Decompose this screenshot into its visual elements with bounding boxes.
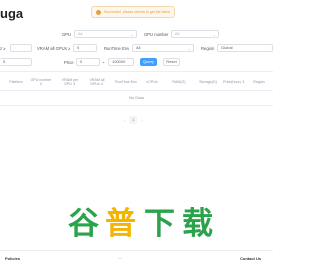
price-min-input[interactable]: 0 (76, 58, 100, 66)
footer-divider (0, 250, 273, 251)
gpu-number-select-value: All (175, 31, 180, 36)
col-gpu-number[interactable]: GPU number ⇕ (30, 72, 52, 92)
watermark-char-4: 载 (182, 206, 213, 239)
gpu-number-label: GPU number (144, 32, 169, 37)
runtime-env-value: All (136, 45, 141, 50)
table-divider (0, 105, 273, 106)
toast-message: Successful, please refresh to get the la… (104, 10, 170, 14)
query-button[interactable]: Query (140, 58, 157, 66)
next-page-button[interactable]: › (141, 118, 142, 123)
price-max-value: 100000 (112, 59, 126, 64)
vram-all-input[interactable]: 0 (73, 44, 97, 52)
gpu-number-select[interactable]: All ⌄ (171, 30, 219, 38)
region-value: Global (221, 45, 233, 50)
col-storage[interactable]: Storage(G) (194, 72, 222, 92)
region-label: Region (201, 46, 215, 51)
page-number-button[interactable]: 1 (129, 116, 138, 124)
warning-toast: Successful, please refresh to get the la… (91, 6, 175, 18)
gpu-select[interactable]: All ⌄ (74, 30, 137, 38)
region-select[interactable]: Global (217, 44, 273, 52)
col-runtime-env[interactable]: RunTime Env (113, 72, 139, 92)
empty-table-text: No Data (129, 95, 144, 100)
chevron-down-icon: ⌄ (187, 46, 191, 51)
col-ram[interactable]: RAM(G) (167, 72, 191, 92)
prev-page-button[interactable]: ‹ (124, 118, 125, 123)
policies-link[interactable]: Policies (5, 256, 20, 261)
watermark-char-2: 普 (105, 206, 136, 239)
col-vram-all-gpus[interactable]: VRAM all GPUs ⇕ (85, 72, 109, 92)
left-filter-select[interactable]: 5 (0, 58, 32, 66)
runtime-env-label: RunTime Env (104, 46, 130, 51)
chevron-down-icon: ⌄ (212, 32, 216, 37)
col-region[interactable]: Region (248, 72, 270, 92)
gpu-label: GPU (62, 32, 72, 37)
left-filter-label: z ≥ (0, 46, 6, 51)
vram-all-label: VRAM all GPUs ≥ (37, 46, 71, 51)
pagination: ‹ 1 › (124, 116, 143, 124)
watermark-char-1: 谷 (68, 206, 99, 239)
price-max-input[interactable]: 100000 (108, 58, 134, 66)
page-title: uga (0, 6, 24, 21)
price-min-value: 0 (80, 59, 83, 64)
price-separator: ~ (102, 60, 105, 65)
reset-button[interactable]: Reset (163, 58, 180, 66)
col-price[interactable]: Price(hour) ⇕ (223, 72, 245, 92)
col-platform[interactable]: Platform (4, 72, 28, 92)
col-vram-per-gpu[interactable]: VRAM per GPU ⇕ (58, 72, 82, 92)
warning-icon (96, 9, 101, 15)
left-filter-input[interactable] (10, 44, 32, 52)
page: uga Successful, please refresh to get th… (0, 0, 273, 268)
left-filter-select-value: 5 (3, 59, 6, 64)
table-header: Platform GPU number ⇕ VRAM per GPU ⇕ VRA… (0, 71, 273, 91)
price-label: Price (64, 60, 74, 65)
gpu-select-value: All (78, 31, 83, 36)
footer-middle: — (118, 255, 122, 260)
col-vcpus[interactable]: vCPUs (141, 72, 163, 92)
watermark-char-3: 下 (144, 206, 175, 239)
chevron-down-icon: ⌄ (130, 32, 134, 37)
runtime-env-select[interactable]: All ⌄ (132, 44, 194, 52)
vram-all-value: 0 (77, 45, 80, 50)
contact-us-link[interactable]: Contact Us (240, 256, 261, 261)
watermark-logo: 谷 普 下 载 (68, 206, 213, 239)
